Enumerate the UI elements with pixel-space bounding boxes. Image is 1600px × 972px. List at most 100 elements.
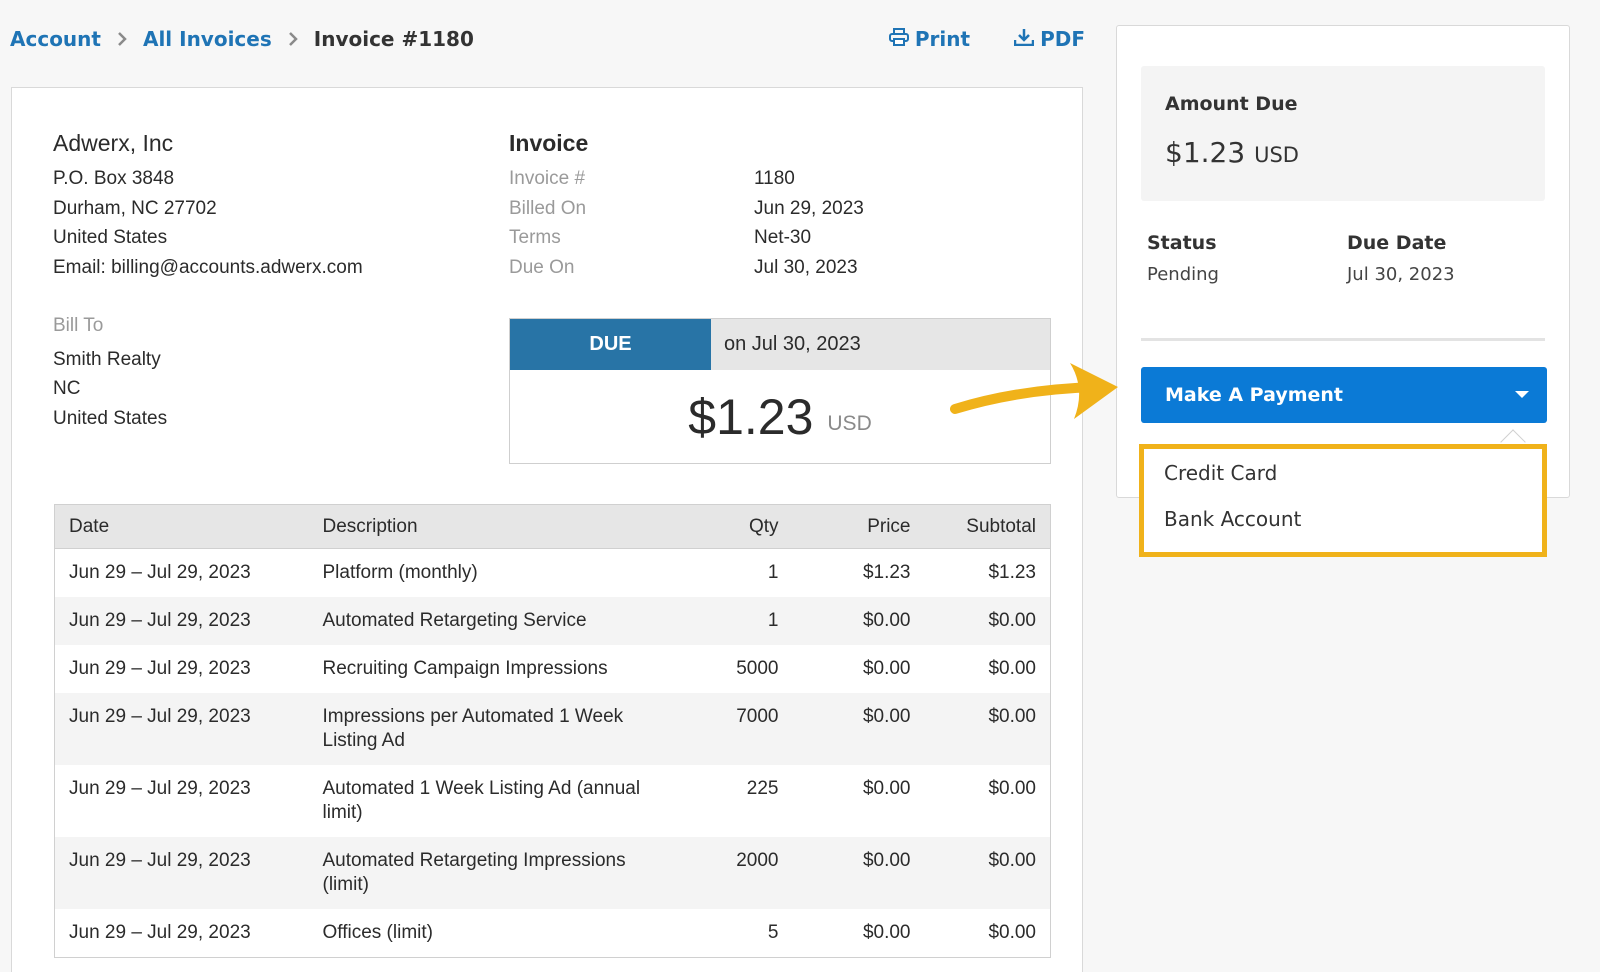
due-amount-currency: USD (827, 411, 872, 435)
table-row: Jun 29 – Jul 29, 2023 Automated Retarget… (54, 597, 1051, 645)
bill-to-label: Bill To (53, 315, 104, 336)
caret-down-icon (1515, 391, 1529, 398)
table-row: Jun 29 – Jul 29, 2023 Platform (monthly)… (55, 549, 1051, 598)
company-name: Adwerx, Inc (53, 130, 174, 156)
cell-price: $0.00 (862, 658, 911, 679)
divider (1141, 338, 1545, 341)
cell-date: Jun 29 – Jul 29, 2023 (69, 562, 251, 583)
payment-method-menu: Credit Card Bank Account (1139, 444, 1547, 557)
printer-icon (888, 27, 909, 51)
cell-description: Automated 1 Week Listing Ad (annual limi… (322, 778, 641, 823)
cell-price: $0.00 (792, 597, 925, 645)
cell-subtotal: $0.00 (924, 693, 1051, 765)
breadcrumb-current: Invoice #1180 (313, 27, 474, 51)
company-email: Email: billing@accounts.adwerx.com (53, 256, 363, 278)
cell-description: Automated Retargeting Service (308, 597, 687, 645)
cell-subtotal: $0.00 (988, 922, 1036, 943)
table-row: Jun 29 – Jul 29, 2023 Automated Retarget… (54, 837, 1051, 909)
pdf-button[interactable]: PDF (1013, 27, 1085, 51)
status-label: Status (1147, 232, 1217, 254)
header-date: Date (54, 504, 309, 549)
amount-due-card: Amount Due $1.23 USD (1141, 66, 1545, 201)
cell-date: Jun 29 – Jul 29, 2023 (54, 597, 309, 645)
meta-key: Terms (509, 227, 561, 248)
print-label: Print (914, 27, 971, 51)
cell-qty: 5 (767, 922, 779, 943)
cell-qty: 1 (767, 562, 779, 583)
cell-subtotal: $1.23 (988, 562, 1036, 583)
meta-row: Billed On Jun 29, 2023 (509, 194, 864, 224)
cell-date: Jun 29 – Jul 29, 2023 (54, 693, 309, 765)
bill-to-line: Smith Realty (53, 348, 161, 370)
menu-item-credit-card[interactable]: Credit Card (1164, 461, 1277, 485)
due-date-label: Due Date (1347, 232, 1447, 254)
invoice-heading: Invoice (509, 130, 589, 156)
cell-qty: 2000 (686, 837, 793, 909)
make-payment-label: Make A Payment (1165, 384, 1344, 406)
make-payment-button[interactable]: Make A Payment (1141, 367, 1547, 423)
cell-description: Automated Retargeting Impressions (limit… (308, 837, 687, 909)
cell-subtotal: $0.00 (924, 597, 1051, 645)
table-row: Jun 29 – Jul 29, 2023 Impressions per Au… (54, 693, 1051, 765)
header-subtotal: Subtotal (924, 504, 1051, 549)
amount-due-label: Amount Due (1165, 93, 1298, 115)
breadcrumb-all-invoices[interactable]: All Invoices (143, 27, 272, 51)
print-button[interactable]: Print (888, 27, 971, 51)
company-line: United States (53, 227, 168, 248)
line-items-table: Date Description Qty Price Subtotal Jun … (54, 504, 1051, 958)
header-description: Description (308, 504, 687, 549)
status-column: Status Pending (1147, 232, 1347, 285)
table-row: Jun 29 – Jul 29, 2023 Offices (limit) 5 … (55, 909, 1051, 958)
meta-key: Billed On (509, 197, 587, 219)
meta-value: 1180 (754, 168, 795, 189)
payment-panel: Amount Due $1.23 USD Status Pending Due … (1116, 25, 1570, 498)
table-row: Jun 29 – Jul 29, 2023 Recruiting Campaig… (55, 645, 1051, 693)
meta-value: Jun 29, 2023 (754, 197, 864, 219)
cell-description: Recruiting Campaign Impressions (322, 658, 608, 679)
cell-price: $0.00 (792, 693, 925, 765)
pdf-label: PDF (1040, 27, 1085, 51)
bill-to-block: Bill To Smith Realty NC United States (53, 311, 167, 433)
amount-due-value: $1.23 USD (1165, 136, 1299, 169)
cell-subtotal: $0.00 (988, 778, 1036, 799)
cell-price: $1.23 (862, 562, 911, 583)
meta-key: Invoice # (509, 168, 586, 189)
due-date-value: Jul 30, 2023 (1347, 264, 1455, 285)
company-line: P.O. Box 3848 (53, 168, 175, 189)
cell-qty: 7000 (686, 693, 793, 765)
cell-date: Jun 29 – Jul 29, 2023 (54, 837, 309, 909)
company-block: Adwerx, Inc P.O. Box 3848 Durham, NC 277… (53, 128, 363, 282)
cell-price: $0.00 (862, 778, 911, 799)
meta-row: Due On Jul 30, 2023 (509, 253, 864, 283)
chevron-right-icon (117, 32, 127, 46)
breadcrumb-account[interactable]: Account (10, 27, 101, 51)
meta-row: Invoice # 1180 (509, 164, 864, 194)
invoice-meta: Invoice Invoice # 1180 Billed On Jun 29,… (509, 128, 864, 282)
table-header-row: Date Description Qty Price Subtotal (54, 504, 1051, 549)
cell-date: Jun 29 – Jul 29, 2023 (69, 658, 251, 679)
cell-subtotal: $0.00 (924, 837, 1051, 909)
company-line: Durham, NC 27702 (53, 197, 217, 219)
amount-due-currency: USD (1254, 143, 1299, 167)
cell-qty: 225 (746, 778, 779, 799)
header-qty: Qty (686, 504, 793, 549)
due-tag: DUE (510, 319, 711, 370)
meta-value: Jul 30, 2023 (754, 256, 858, 278)
cell-description: Platform (monthly) (322, 562, 478, 583)
top-actions: Print PDF (888, 27, 1085, 51)
invoice-card: Adwerx, Inc P.O. Box 3848 Durham, NC 277… (11, 87, 1083, 972)
callout-arrow-icon (950, 363, 1118, 419)
cell-qty: 1 (686, 597, 793, 645)
status-value: Pending (1147, 264, 1219, 285)
cell-description: Offices (limit) (322, 922, 433, 943)
cell-price: $0.00 (862, 922, 911, 943)
cell-subtotal: $0.00 (988, 658, 1036, 679)
cell-description: Impressions per Automated 1 Week Listing… (308, 693, 687, 765)
cell-date: Jun 29 – Jul 29, 2023 (69, 922, 251, 943)
status-grid: Status Pending Due Date Jul 30, 2023 (1147, 232, 1547, 285)
due-amount-value: $1.23 (688, 388, 814, 445)
menu-item-bank-account[interactable]: Bank Account (1164, 507, 1301, 531)
cell-date: Jun 29 – Jul 29, 2023 (69, 778, 251, 799)
bill-to-line: United States (53, 407, 168, 429)
meta-value: Net-30 (754, 227, 812, 248)
